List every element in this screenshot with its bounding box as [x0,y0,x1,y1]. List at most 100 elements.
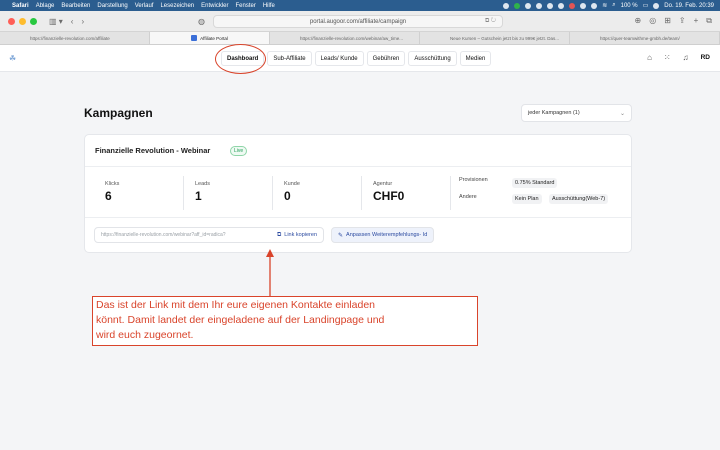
address-url: portal.augoor.com/affiliate/campaign [309,18,407,25]
control-center-icon[interactable] [653,2,660,9]
menu-ablage[interactable]: Ablage [36,3,55,9]
menu-entwickler[interactable]: Entwickler [201,3,228,9]
menubar-status-area: ≋ ⌕ 100 % ▭ Do. 19. Feb. 20:39 [503,2,714,9]
adjust-label: Anpassen Weiterempfehlungs- Id [346,232,428,238]
menu-hilfe[interactable]: Hilfe [263,3,275,9]
divider [361,176,362,210]
annotation-arrow [266,249,274,296]
campaign-card-header: Finanzielle Revolution - Webinar Live [85,135,631,167]
clock[interactable]: Do. 19. Feb. 20:39 [664,3,714,9]
extensions-icon[interactable]: ◎ [649,16,656,26]
menu-darstellung[interactable]: Darstellung [97,3,127,9]
forward-icon[interactable]: › [81,17,84,26]
share-icon[interactable]: ⇪ [679,16,686,26]
annotation-line: könnt. Damit landet der eingeladene auf … [96,314,385,326]
pencil-icon: ✎ [338,232,344,239]
referral-link-field[interactable]: https://finanzielle-revolution.com/webin… [94,227,324,243]
search-icon[interactable]: ⌕ [612,2,615,9]
battery-icon[interactable]: ▭ [643,2,649,9]
browser-tab[interactable]: https://finanzielle-revolution.com/affil… [0,32,150,44]
address-bar[interactable]: portal.augoor.com/affiliate/campaign ⧉ ↻ [213,15,503,28]
annotation-line: Das ist der Link mit dem Ihr eure eigene… [96,299,375,311]
nav-sub-affiliate[interactable]: Sub-Affiliate [267,51,312,66]
status-icon[interactable] [558,2,565,9]
menu-fenster[interactable]: Fenster [236,3,256,9]
new-tab-icon[interactable]: + [694,16,699,26]
sidebar-toggle-icon[interactable]: ▥ ▾ [49,17,63,26]
download-icon[interactable]: ⊕ [635,16,642,26]
stat-klicks: Klicks 6 [95,168,119,218]
menu-lesezeichen[interactable]: Lesezeichen [160,3,194,9]
nav-medien[interactable]: Medien [459,51,492,66]
stat-label: Agentur [373,181,393,187]
browser-tab-active[interactable]: Affiliate Portal [150,32,270,44]
tab-title: Neue Kursen – Gutschein jetzt bis zu 999… [450,35,560,41]
divider [450,176,451,210]
provisionen-label: Provisionen [459,177,488,183]
copy-link-label: Link kopieren [284,232,317,238]
menu-verlauf[interactable]: Verlauf [135,3,154,9]
annotation-note: Das ist der Link mit dem Ihr eure eigene… [92,296,478,346]
referral-link-text: https://finanzielle-revolution.com/webin… [101,232,226,238]
status-icon[interactable] [580,2,587,9]
home-icon[interactable]: ⌂ [647,53,652,62]
campaign-filter-select[interactable]: jeder Kampagnen (1) ⌄ [521,104,632,122]
close-window-button[interactable] [8,17,15,25]
logo-icon[interactable]: ☘ [9,54,17,63]
page-title: Kampagnen [84,106,153,120]
stat-label: Klicks [105,181,120,187]
status-icon[interactable] [591,2,598,9]
andere-ausschuettung: Ausschüttung(Web-7) [549,194,609,204]
stat-kunde: Kunde 0 [274,168,300,218]
campaign-name: Finanzielle Revolution - Webinar [95,146,211,155]
status-icon[interactable] [525,2,532,9]
nav-leads-kunde[interactable]: Leads/ Kunde [314,51,364,66]
stat-value: 1 [195,189,202,203]
favicon-icon [191,35,198,41]
stat-value: 6 [105,189,112,203]
copy-link-button[interactable]: ⧉ Link kopieren [272,229,321,241]
status-check-icon[interactable] [514,2,521,9]
bell-icon[interactable]: ♫ [683,53,689,62]
tab-title: https://quer-teamwithme-gmbh.de/team/ [600,35,680,41]
nav-gebuehren[interactable]: Gebühren [366,51,406,66]
tab-overview-icon[interactable]: ⊞ [664,16,671,26]
copy-icon: ⧉ [276,231,282,238]
nav-ausschuettung[interactable]: Ausschüttung [408,51,457,66]
chevron-down-icon: ⌄ [619,110,625,117]
back-icon[interactable]: ‹ [71,17,74,26]
stat-label: Kunde [284,181,300,187]
zoom-window-button[interactable] [30,17,37,25]
divider [183,176,184,210]
privacy-shield-icon[interactable]: ◍ [198,17,205,26]
stat-value: CHF0 [373,189,405,203]
provisionen-value: 0.75% Standard [512,178,558,188]
menu-bearbeiten[interactable]: Bearbeiten [61,3,90,9]
menu-app-name[interactable]: Safari [12,3,29,9]
window-controls [8,17,37,25]
apps-grid-icon[interactable]: ⁙ [664,53,671,62]
tab-title: https://finanzielle-revolution.com/affil… [30,35,110,41]
browser-tab[interactable]: https://finanzielle-revolution.com/webin… [270,32,420,44]
browser-tabs: https://finanzielle-revolution.com/affil… [0,32,720,45]
campaign-stats: Klicks 6 Leads 1 Kunde 0 Agentur CHF0 Pr… [85,168,631,218]
select-value: jeder Kampagnen (1) [528,110,580,116]
status-icon[interactable] [547,2,554,9]
adjust-referral-id-button[interactable]: ✎ Anpassen Weiterempfehlungs- Id [331,227,435,243]
stat-agentur: Agentur CHF0 [363,168,404,218]
andere-plan: Kein Plan [512,194,542,204]
status-icon[interactable] [503,2,510,9]
status-icon[interactable] [536,2,543,9]
status-icon[interactable] [569,2,576,9]
minimize-window-button[interactable] [19,17,26,25]
tabs-icon[interactable]: ⧉ [706,16,712,26]
browser-tab[interactable]: Neue Kursen – Gutschein jetzt bis zu 999… [420,32,570,44]
wifi-icon[interactable]: ≋ [602,2,607,9]
browser-tab[interactable]: https://quer-teamwithme-gmbh.de/team/ [570,32,720,44]
stat-label: Leads [195,181,210,187]
user-avatar[interactable]: RD [701,54,710,61]
app-header: ☘ Dashboard Sub-Affiliate Leads/ Kunde G… [0,45,720,72]
campaign-card: Finanzielle Revolution - Webinar Live Kl… [84,134,632,253]
reload-icon[interactable]: ⧉ ↻ [485,18,496,25]
header-actions: ⌂ ⁙ ♫ RD [647,53,710,62]
